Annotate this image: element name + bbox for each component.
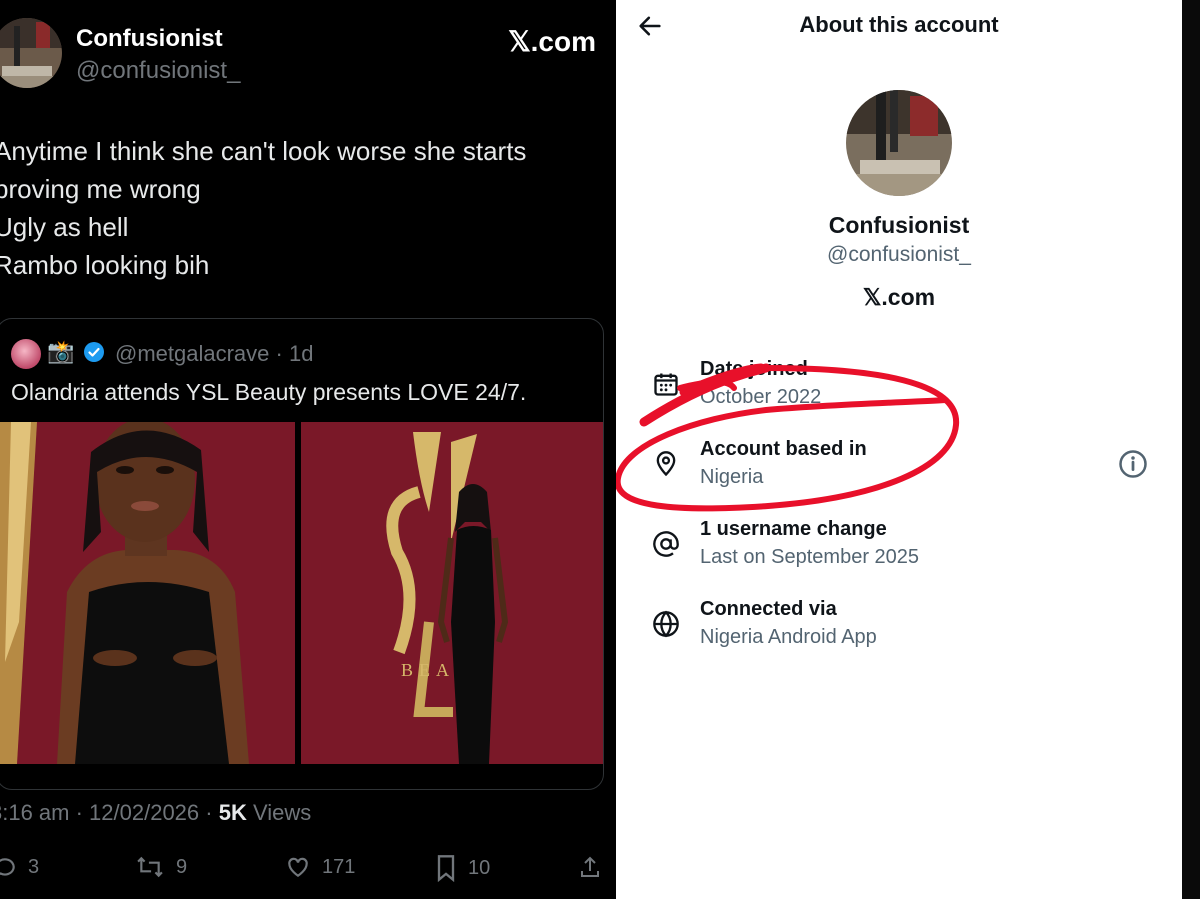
author-name[interactable]: Confusionist: [76, 25, 223, 53]
reply-count: 3: [28, 855, 40, 878]
tweet-line: Anytime I think she can't look worse she…: [0, 136, 527, 166]
row-label: 1 username change: [700, 518, 887, 540]
quoted-age: · 1d: [275, 341, 314, 366]
profile-name: Confusionist: [828, 212, 970, 238]
verified-badge-icon: [84, 342, 104, 362]
row-value: Nigeria Android App: [700, 626, 877, 648]
like-button[interactable]: 171: [284, 854, 355, 880]
repost-count: 9: [176, 855, 188, 878]
location-pin-icon: [656, 451, 676, 477]
bookmark-icon: [437, 855, 455, 882]
globe-icon: [653, 610, 679, 638]
row-value: October 2022: [700, 386, 822, 408]
author-handle[interactable]: @confusionist_: [76, 57, 240, 85]
tweet-body: Anytime I think she can't look worse she…: [0, 132, 526, 284]
x-brand-logo: 𝕏.com: [508, 26, 596, 57]
repost-icon: [137, 856, 163, 878]
page-title: About this account: [799, 12, 999, 37]
quoted-author-avatar[interactable]: [11, 339, 41, 369]
profile-avatar[interactable]: [846, 90, 952, 196]
share-icon: [581, 856, 599, 877]
views-count: 5K: [218, 800, 247, 825]
row-label: Connected via: [700, 598, 837, 620]
row-label: Account based in: [700, 438, 867, 460]
account-based-in-row: Account based in Nigeria: [616, 438, 1182, 508]
tweet-line: Rambo looking bih: [0, 250, 210, 280]
reply-button[interactable]: 3: [0, 854, 39, 880]
quoted-tweet[interactable]: 📸 @metgalacrave · 1d Olandria attends YS…: [0, 318, 604, 790]
tweet-actions-bar: 3 9 171 10: [0, 850, 616, 886]
share-button[interactable]: [578, 854, 602, 880]
tweet-panel: Confusionist @confusionist_ 𝕏.com Anytim…: [0, 0, 616, 899]
row-label: Date joined: [700, 358, 808, 380]
ysl-beauty-sign: BEA: [401, 660, 455, 680]
info-icon[interactable]: [1118, 449, 1148, 479]
repost-button[interactable]: 9: [134, 854, 187, 880]
bookmark-count: 10: [468, 856, 491, 879]
x-brand-logo: 𝕏.com: [862, 284, 936, 310]
author-avatar[interactable]: [0, 18, 62, 88]
connected-via-row: Connected via Nigeria Android App: [616, 598, 1182, 668]
about-account-panel: About this account Confusionist @confusi…: [616, 0, 1182, 899]
bookmark-button[interactable]: 10: [434, 854, 490, 882]
right-edge-strip: [1182, 0, 1200, 899]
quoted-text: Olandria attends YSL Beauty presents LOV…: [11, 379, 527, 405]
heart-icon: [288, 857, 308, 877]
quoted-photo-closeup[interactable]: [0, 422, 295, 764]
tweet-line: proving me wrong: [0, 174, 201, 204]
quoted-photo-fullbody[interactable]: BEA: [301, 422, 603, 764]
views-label: Views: [246, 800, 312, 825]
at-sign-icon: [653, 531, 679, 557]
quoted-author-handle[interactable]: @metgalacrave · 1d: [115, 341, 313, 367]
row-value: Nigeria: [700, 466, 764, 488]
reply-icon: [0, 858, 15, 876]
quoted-handle-text: @metgalacrave: [115, 341, 270, 366]
calendar-icon: [654, 373, 678, 396]
tweet-line: Ugly as hell: [0, 212, 129, 242]
date-joined-row: Date joined October 2022: [616, 358, 1182, 428]
row-value: Last on September 2025: [700, 546, 920, 568]
like-count: 171: [322, 855, 356, 878]
profile-handle: @confusionist_: [827, 243, 971, 266]
camera-flash-emoji: 📸: [47, 339, 75, 364]
tweet-metadata: 3:16 am · 12/02/2026 · 5K Views: [0, 800, 311, 826]
tweet-timestamp[interactable]: 3:16 am · 12/02/2026 ·: [0, 800, 219, 825]
username-change-row: 1 username change Last on September 2025: [616, 518, 1182, 588]
